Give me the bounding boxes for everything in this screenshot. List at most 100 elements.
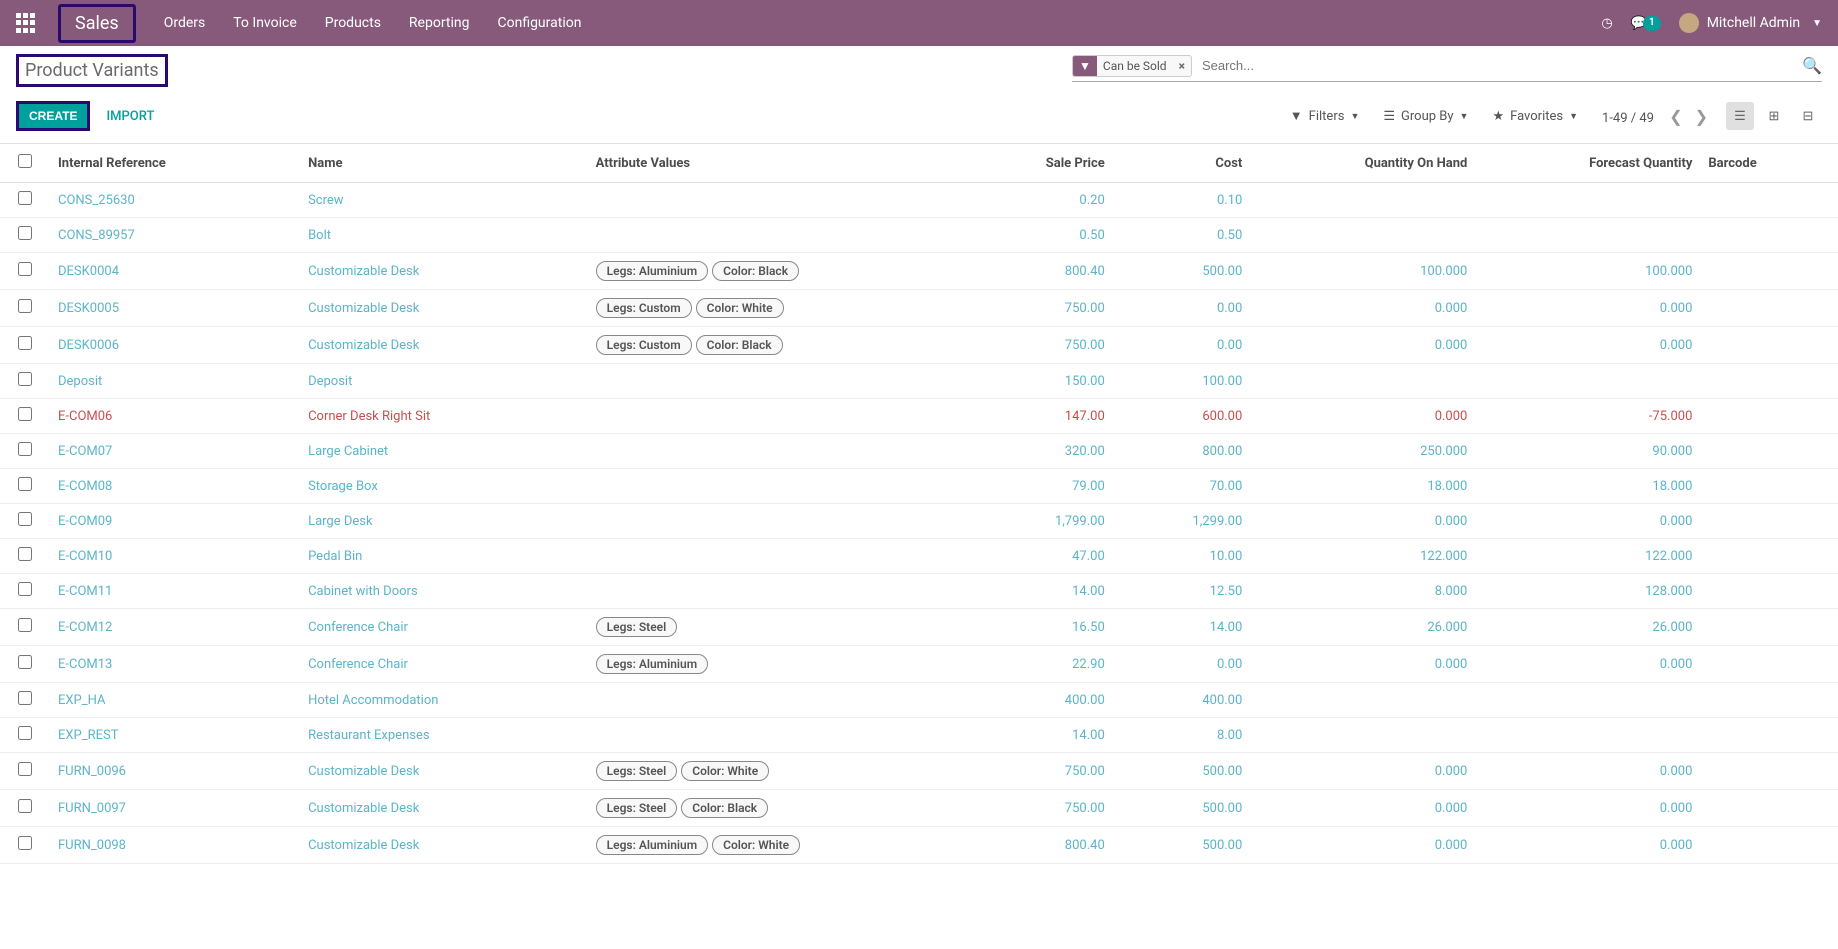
product-name-link[interactable]: Customizable Desk <box>308 301 419 316</box>
header-quantity-on-hand[interactable]: Quantity On Hand <box>1250 144 1475 183</box>
qty-on-hand-value[interactable]: 0.000 <box>1435 514 1468 529</box>
product-name-link[interactable]: Hotel Accommodation <box>308 693 438 708</box>
product-name-link[interactable]: Storage Box <box>308 479 378 494</box>
table-row[interactable]: E-COM11 Cabinet with Doors 14.00 12.50 8… <box>0 574 1838 609</box>
sale-price-value[interactable]: 800.40 <box>1065 838 1105 853</box>
row-checkbox[interactable] <box>18 655 32 669</box>
cost-value[interactable]: 70.00 <box>1210 479 1243 494</box>
internal-reference-link[interactable]: E-COM09 <box>58 514 112 529</box>
clock-icon[interactable]: ◷ <box>1601 16 1612 31</box>
cost-value[interactable]: 0.00 <box>1217 657 1242 672</box>
qty-on-hand-value[interactable]: 26.000 <box>1427 620 1467 635</box>
sale-price-value[interactable]: 0.20 <box>1079 193 1104 208</box>
qty-on-hand-value[interactable]: 250.000 <box>1420 444 1467 459</box>
internal-reference-link[interactable]: E-COM07 <box>58 444 112 459</box>
row-checkbox[interactable] <box>18 799 32 813</box>
cost-value[interactable]: 500.00 <box>1202 764 1242 779</box>
internal-reference-link[interactable]: DESK0004 <box>58 264 119 279</box>
sale-price-value[interactable]: 750.00 <box>1065 801 1105 816</box>
row-checkbox[interactable] <box>18 618 32 632</box>
row-checkbox[interactable] <box>18 299 32 313</box>
row-checkbox[interactable] <box>18 191 32 205</box>
product-name-link[interactable]: Customizable Desk <box>308 764 419 779</box>
table-row[interactable]: E-COM10 Pedal Bin 47.00 10.00 122.000 12… <box>0 539 1838 574</box>
row-checkbox[interactable] <box>18 226 32 240</box>
cost-value[interactable]: 10.00 <box>1210 549 1243 564</box>
favorites-dropdown[interactable]: ★ Favorites ▼ <box>1492 108 1578 124</box>
pager-prev-button[interactable]: ❮ <box>1669 107 1682 126</box>
table-row[interactable]: DESK0006 Customizable Desk Legs: CustomC… <box>0 327 1838 364</box>
product-name-link[interactable]: Customizable Desk <box>308 338 419 353</box>
cost-value[interactable]: 100.00 <box>1202 374 1242 389</box>
product-name-link[interactable]: Large Cabinet <box>308 444 388 459</box>
nav-reporting[interactable]: Reporting <box>409 15 470 31</box>
internal-reference-link[interactable]: E-COM11 <box>58 584 112 599</box>
qty-on-hand-value[interactable]: 0.000 <box>1435 301 1468 316</box>
table-row[interactable]: DESK0004 Customizable Desk Legs: Alumini… <box>0 253 1838 290</box>
cost-value[interactable]: 0.00 <box>1217 338 1242 353</box>
product-name-link[interactable]: Large Desk <box>308 514 373 529</box>
search-icon[interactable]: 🔍 <box>1802 56 1822 75</box>
qty-on-hand-value[interactable]: 0.000 <box>1435 409 1468 424</box>
nav-to-invoice[interactable]: To Invoice <box>233 15 297 31</box>
product-name-link[interactable]: Cabinet with Doors <box>308 584 418 599</box>
forecast-qty-value[interactable]: 0.000 <box>1660 838 1693 853</box>
row-checkbox[interactable] <box>18 582 32 596</box>
filters-dropdown[interactable]: ▼ Filters ▼ <box>1290 108 1360 124</box>
cost-value[interactable]: 0.50 <box>1217 228 1242 243</box>
cost-value[interactable]: 1,299.00 <box>1192 514 1242 529</box>
search-input[interactable] <box>1198 54 1802 77</box>
forecast-qty-value[interactable]: 0.000 <box>1660 338 1693 353</box>
table-row[interactable]: E-COM13 Conference Chair Legs: Aluminium… <box>0 646 1838 683</box>
qty-on-hand-value[interactable]: 18.000 <box>1427 479 1467 494</box>
row-checkbox[interactable] <box>18 836 32 850</box>
table-row[interactable]: CONS_25630 Screw 0.20 0.10 <box>0 183 1838 218</box>
nav-configuration[interactable]: Configuration <box>497 15 581 31</box>
table-row[interactable]: EXP_REST Restaurant Expenses 14.00 8.00 <box>0 718 1838 753</box>
row-checkbox[interactable] <box>18 547 32 561</box>
cost-value[interactable]: 500.00 <box>1202 264 1242 279</box>
sale-price-value[interactable]: 16.50 <box>1072 620 1105 635</box>
internal-reference-link[interactable]: FURN_0098 <box>58 838 126 853</box>
forecast-qty-value[interactable]: -75.000 <box>1649 409 1693 424</box>
qty-on-hand-value[interactable]: 0.000 <box>1435 838 1468 853</box>
internal-reference-link[interactable]: FURN_0096 <box>58 764 126 779</box>
sale-price-value[interactable]: 22.90 <box>1072 657 1105 672</box>
forecast-qty-value[interactable]: 100.000 <box>1645 264 1692 279</box>
product-name-link[interactable]: Customizable Desk <box>308 801 419 816</box>
internal-reference-link[interactable]: E-COM13 <box>58 657 112 672</box>
internal-reference-link[interactable]: Deposit <box>58 374 102 389</box>
cost-value[interactable]: 0.10 <box>1217 193 1242 208</box>
table-row[interactable]: DESK0005 Customizable Desk Legs: CustomC… <box>0 290 1838 327</box>
product-name-link[interactable]: Pedal Bin <box>308 549 362 564</box>
table-row[interactable]: FURN_0096 Customizable Desk Legs: SteelC… <box>0 753 1838 790</box>
internal-reference-link[interactable]: CONS_25630 <box>58 193 135 208</box>
table-row[interactable]: E-COM08 Storage Box 79.00 70.00 18.000 1… <box>0 469 1838 504</box>
cost-value[interactable]: 500.00 <box>1202 801 1242 816</box>
internal-reference-link[interactable]: EXP_REST <box>58 728 118 743</box>
cost-value[interactable]: 600.00 <box>1202 409 1242 424</box>
header-barcode[interactable]: Barcode <box>1700 144 1838 183</box>
qty-on-hand-value[interactable]: 0.000 <box>1435 764 1468 779</box>
header-sale-price[interactable]: Sale Price <box>963 144 1113 183</box>
header-cost[interactable]: Cost <box>1113 144 1251 183</box>
sale-price-value[interactable]: 14.00 <box>1072 584 1105 599</box>
view-kanban-button[interactable]: ⊞ <box>1760 102 1788 130</box>
row-checkbox[interactable] <box>18 477 32 491</box>
view-grid-button[interactable]: ⊟ <box>1794 102 1822 130</box>
qty-on-hand-value[interactable]: 0.000 <box>1435 338 1468 353</box>
create-button[interactable]: CREATE <box>16 101 90 131</box>
sale-price-value[interactable]: 800.40 <box>1065 264 1105 279</box>
internal-reference-link[interactable]: DESK0005 <box>58 301 119 316</box>
row-checkbox[interactable] <box>18 442 32 456</box>
row-checkbox[interactable] <box>18 372 32 386</box>
forecast-qty-value[interactable]: 26.000 <box>1652 620 1692 635</box>
internal-reference-link[interactable]: E-COM12 <box>58 620 112 635</box>
cost-value[interactable]: 800.00 <box>1202 444 1242 459</box>
internal-reference-link[interactable]: E-COM06 <box>58 409 112 424</box>
cost-value[interactable]: 12.50 <box>1210 584 1243 599</box>
view-list-button[interactable]: ☰ <box>1726 102 1754 130</box>
forecast-qty-value[interactable]: 18.000 <box>1652 479 1692 494</box>
sale-price-value[interactable]: 750.00 <box>1065 338 1105 353</box>
forecast-qty-value[interactable]: 0.000 <box>1660 764 1693 779</box>
